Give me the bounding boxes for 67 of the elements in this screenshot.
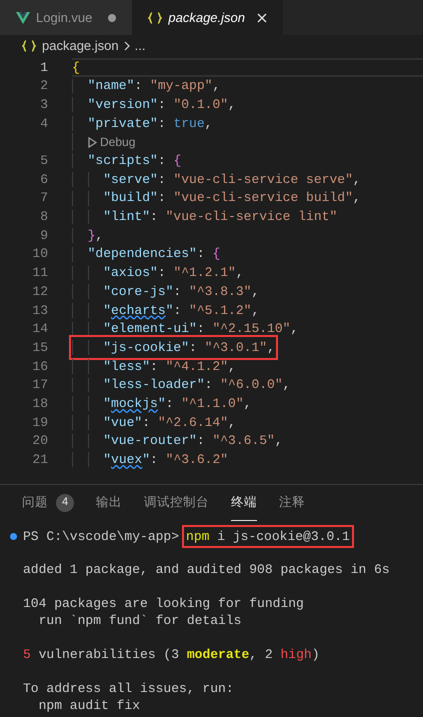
breadcrumb-item[interactable]: ... — [134, 36, 146, 56]
code-line: "js-cookie": "^3.0.1", — [72, 338, 275, 358]
line-number: 17 — [31, 376, 48, 394]
line-number: 3 — [39, 96, 48, 114]
code-line: "version": "0.1.0", — [86, 96, 236, 114]
code-line: "less": "^4.1.2", — [102, 358, 236, 376]
count-badge: 4 — [56, 494, 74, 512]
line-number: 2 — [39, 77, 48, 96]
code-line: "build": "vue-cli-service build", — [102, 189, 361, 208]
terminal-output-line: run `npm fund` for details — [38, 612, 242, 630]
line-number: 9 — [39, 226, 48, 245]
braces-icon — [22, 40, 36, 52]
panel-tab[interactable]: 调试控制台 — [144, 485, 209, 521]
code-line: "vuex": "^3.6.2" — [102, 451, 228, 470]
line-number: 19 — [31, 414, 48, 432]
panel-tab[interactable]: 终端 — [231, 485, 257, 521]
line-number: 5 — [39, 152, 48, 170]
terminal-output-line: 5 vulnerabilities (3 moderate, 2 high) — [23, 646, 320, 664]
terminal-output-line: npm audit fix — [38, 696, 140, 715]
code-line: "axios": "^1.2.1", — [102, 264, 244, 282]
line-number: 15 — [31, 338, 48, 357]
chevron-right-icon — [122, 41, 131, 51]
line-number: 20 — [31, 432, 48, 450]
code-line: "echarts": "^5.1.2", — [102, 302, 260, 320]
code-line: "mockjs": "^1.1.0", — [102, 394, 252, 413]
code-line: }, — [86, 226, 104, 245]
editor-tab[interactable]: package.json — [132, 0, 284, 35]
code-line: "serve": "vue-cli-service serve", — [102, 170, 361, 189]
line-number: 7 — [39, 189, 48, 208]
terminal-command: npm i js-cookie@3.0.1 — [182, 524, 354, 548]
vue-logo-icon — [16, 12, 30, 24]
line-number: 1 — [39, 58, 48, 77]
line-number: 6 — [39, 170, 48, 189]
panel-tab[interactable]: 注释 — [279, 485, 305, 521]
line-number: 14 — [31, 320, 48, 338]
editor-tab[interactable]: Login.vue — [0, 0, 132, 35]
line-number: 16 — [31, 358, 48, 376]
line-number: 4 — [39, 114, 48, 133]
line-number: 10 — [31, 245, 48, 264]
code-line: "element-ui": "^2.15.10", — [102, 320, 298, 338]
line-number: 18 — [31, 394, 48, 413]
panel-tab[interactable]: 输出 — [96, 485, 122, 521]
code-line: "private": true, — [86, 114, 212, 133]
code-line: "vue": "^2.6.14", — [102, 414, 236, 432]
code-line: "core-js": "^3.8.3", — [102, 282, 260, 301]
close-icon[interactable] — [257, 12, 268, 22]
line-number: 8 — [39, 208, 48, 226]
line-number: 11 — [31, 264, 48, 282]
line-number: 13 — [31, 302, 48, 320]
braces-icon — [148, 12, 162, 24]
codelens-link[interactable]: Debug — [88, 133, 136, 152]
terminal-prompt: PS C:\vscode\my-app> — [23, 528, 180, 546]
terminal-output-line: To address all issues, run: — [23, 680, 234, 698]
terminal-output-line: 104 packages are looking for funding — [23, 594, 304, 613]
terminal-output-line: added 1 package, and audited 908 packages in 6s — [23, 560, 390, 579]
code-line: "scripts": { — [86, 152, 182, 170]
code-line: "less-loader": "^6.0.0", — [102, 376, 290, 394]
line-number: 12 — [31, 282, 48, 301]
play-icon — [88, 136, 97, 148]
line-number: 21 — [31, 451, 48, 470]
code-line: "dependencies": { — [86, 245, 220, 264]
code-line: "vue-router": "^3.6.5", — [102, 432, 283, 450]
breadcrumb-item[interactable]: package.json — [42, 36, 119, 56]
code-line: "lint": "vue-cli-service lint" — [102, 208, 338, 226]
panel-tab[interactable]: 问题 4 — [22, 485, 74, 521]
code-line: { — [72, 58, 80, 77]
code-line: "name": "my-app", — [86, 77, 220, 96]
